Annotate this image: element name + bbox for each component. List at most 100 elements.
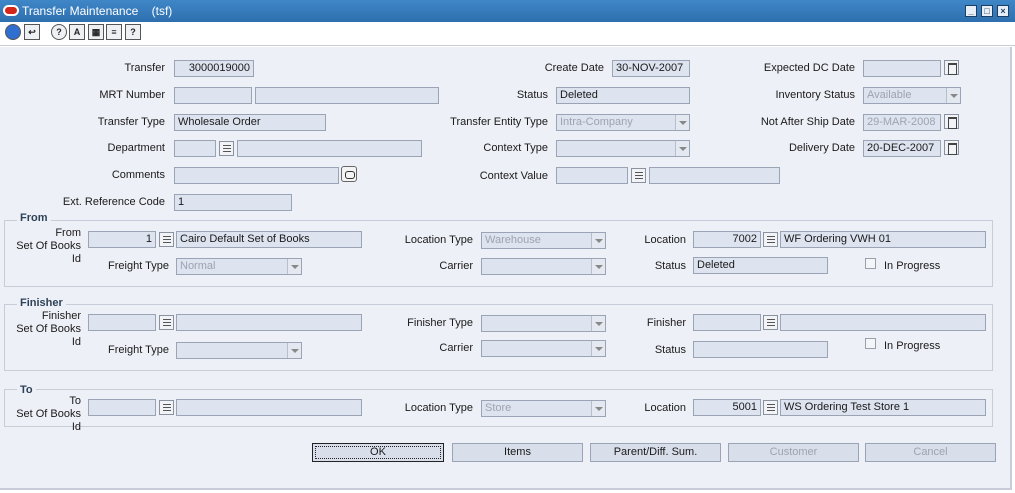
- finisher-label: Finisher: [646, 317, 686, 329]
- items-button[interactable]: Items: [452, 443, 583, 462]
- status-label: Status: [516, 89, 548, 101]
- from-location-name-field[interactable]: WF Ordering VWH 01: [780, 231, 986, 248]
- finisher-sob-label: Finisher Set Of Books Id: [16, 310, 81, 348]
- context-type-select[interactable]: [556, 140, 690, 157]
- context-value-lov-icon[interactable]: [631, 168, 646, 183]
- help-icon[interactable]: ?: [51, 24, 67, 40]
- delivery-date-label: Delivery Date: [788, 142, 855, 154]
- department-description-field[interactable]: [237, 140, 422, 157]
- expected-dc-date-field[interactable]: [863, 60, 941, 77]
- create-date-field[interactable]: 30-NOV-2007: [612, 60, 690, 77]
- mrt-number-label: MRT Number: [99, 89, 165, 101]
- to-location-lov-icon[interactable]: [763, 400, 778, 415]
- finisher-freight-type-label: Freight Type: [108, 344, 169, 356]
- from-carrier-select[interactable]: [481, 258, 606, 275]
- globe-icon[interactable]: [5, 24, 21, 40]
- ext-reference-code-field[interactable]: 1: [174, 194, 292, 211]
- finisher-lov-icon[interactable]: [763, 315, 778, 330]
- department-field[interactable]: [174, 140, 216, 157]
- from-sob-name-field[interactable]: Cairo Default Set of Books: [176, 231, 362, 248]
- department-lov-icon[interactable]: [219, 141, 234, 156]
- print-icon[interactable]: ≡: [106, 24, 122, 40]
- comments-field[interactable]: [174, 167, 339, 184]
- from-sob-lov-icon[interactable]: [159, 232, 174, 247]
- comments-label: Comments: [111, 169, 165, 181]
- finisher-status-field[interactable]: [693, 341, 828, 358]
- context-value-description-field[interactable]: [649, 167, 780, 184]
- context-value-label: Context Value: [479, 170, 548, 182]
- delivery-date-field[interactable]: 20-DEC-2007: [863, 140, 941, 157]
- customer-button[interactable]: Customer: [728, 443, 859, 462]
- comments-edit-icon[interactable]: [341, 166, 357, 182]
- from-status-field[interactable]: Deleted: [693, 257, 828, 274]
- transfer-type-field[interactable]: Wholesale Order: [174, 114, 326, 131]
- department-label: Department: [107, 142, 165, 154]
- chevron-down-icon: [287, 343, 301, 358]
- transfer-entity-type-select[interactable]: Intra-Company: [556, 114, 690, 131]
- not-after-ship-date-field[interactable]: 29-MAR-2008: [863, 114, 941, 131]
- finisher-name-field[interactable]: [780, 314, 986, 331]
- to-location-label: Location: [644, 402, 686, 414]
- spellcheck-icon[interactable]: A: [69, 24, 85, 40]
- context-type-label: Context Type: [483, 142, 548, 154]
- finisher-type-select[interactable]: [481, 315, 606, 332]
- parent-diff-sum-button[interactable]: Parent/Diff. Sum.: [590, 443, 721, 462]
- from-sob-id-field[interactable]: 1: [88, 231, 156, 248]
- from-freight-type-select[interactable]: Normal: [176, 258, 302, 275]
- from-location-id-field[interactable]: 7002: [693, 231, 761, 248]
- finisher-carrier-select[interactable]: [481, 340, 606, 357]
- calendar-icon[interactable]: ▦: [88, 24, 104, 40]
- context-help-icon[interactable]: ?: [125, 24, 141, 40]
- close-icon[interactable]: ×: [997, 5, 1009, 17]
- maximize-icon[interactable]: □: [981, 5, 993, 17]
- delivery-date-calendar-icon[interactable]: [944, 140, 959, 155]
- finisher-sob-name-field[interactable]: [176, 314, 362, 331]
- minimize-icon[interactable]: _: [965, 5, 977, 17]
- from-carrier-label: Carrier: [439, 260, 473, 272]
- transfer-label: Transfer: [124, 62, 165, 74]
- not-after-ship-date-calendar-icon[interactable]: [944, 114, 959, 129]
- finisher-id-field[interactable]: [693, 314, 761, 331]
- to-location-name-field[interactable]: WS Ordering Test Store 1: [780, 399, 986, 416]
- finisher-sob-lov-icon[interactable]: [159, 315, 174, 330]
- to-sob-lov-icon[interactable]: [159, 400, 174, 415]
- from-location-lov-icon[interactable]: [763, 232, 778, 247]
- to-sob-id-field[interactable]: [88, 399, 156, 416]
- chevron-down-icon: [287, 259, 301, 274]
- from-location-label: Location: [644, 234, 686, 246]
- inventory-status-label: Inventory Status: [775, 89, 856, 101]
- mrt-description-field[interactable]: [255, 87, 439, 104]
- finisher-type-label: Finisher Type: [407, 317, 473, 329]
- exit-icon[interactable]: ↩: [24, 24, 40, 40]
- chevron-down-icon: [946, 88, 960, 103]
- status-field[interactable]: Deleted: [556, 87, 690, 104]
- chevron-down-icon: [591, 233, 605, 248]
- from-status-label: Status: [654, 260, 686, 272]
- chevron-down-icon: [591, 341, 605, 356]
- to-location-id-field[interactable]: 5001: [693, 399, 761, 416]
- finisher-sob-id-field[interactable]: [88, 314, 156, 331]
- ext-reference-code-label: Ext. Reference Code: [62, 196, 165, 208]
- to-location-type-select[interactable]: Store: [481, 400, 606, 417]
- finisher-in-progress-label: In Progress: [884, 340, 941, 352]
- from-in-progress-checkbox[interactable]: [865, 258, 876, 269]
- transfer-field[interactable]: 3000019000: [174, 60, 254, 77]
- not-after-ship-date-label: Not After Ship Date: [760, 116, 855, 128]
- oracle-logo-icon: [3, 5, 19, 16]
- finisher-in-progress-checkbox[interactable]: [865, 338, 876, 349]
- chevron-down-icon: [675, 141, 689, 156]
- chevron-down-icon: [591, 401, 605, 416]
- inventory-status-select[interactable]: Available: [863, 87, 961, 104]
- finisher-freight-type-select[interactable]: [176, 342, 302, 359]
- expected-dc-date-calendar-icon[interactable]: [944, 60, 959, 75]
- create-date-label: Create Date: [544, 62, 604, 74]
- ok-button[interactable]: OK: [312, 443, 444, 462]
- to-sob-name-field[interactable]: [176, 399, 362, 416]
- from-group-title: From: [17, 212, 51, 224]
- from-location-type-select[interactable]: Warehouse: [481, 232, 606, 249]
- window-title: Transfer Maintenance (tsf): [22, 4, 173, 18]
- mrt-number-field[interactable]: [174, 87, 252, 104]
- context-value-field[interactable]: [556, 167, 628, 184]
- cancel-button[interactable]: Cancel: [865, 443, 996, 462]
- from-in-progress-label: In Progress: [884, 260, 941, 272]
